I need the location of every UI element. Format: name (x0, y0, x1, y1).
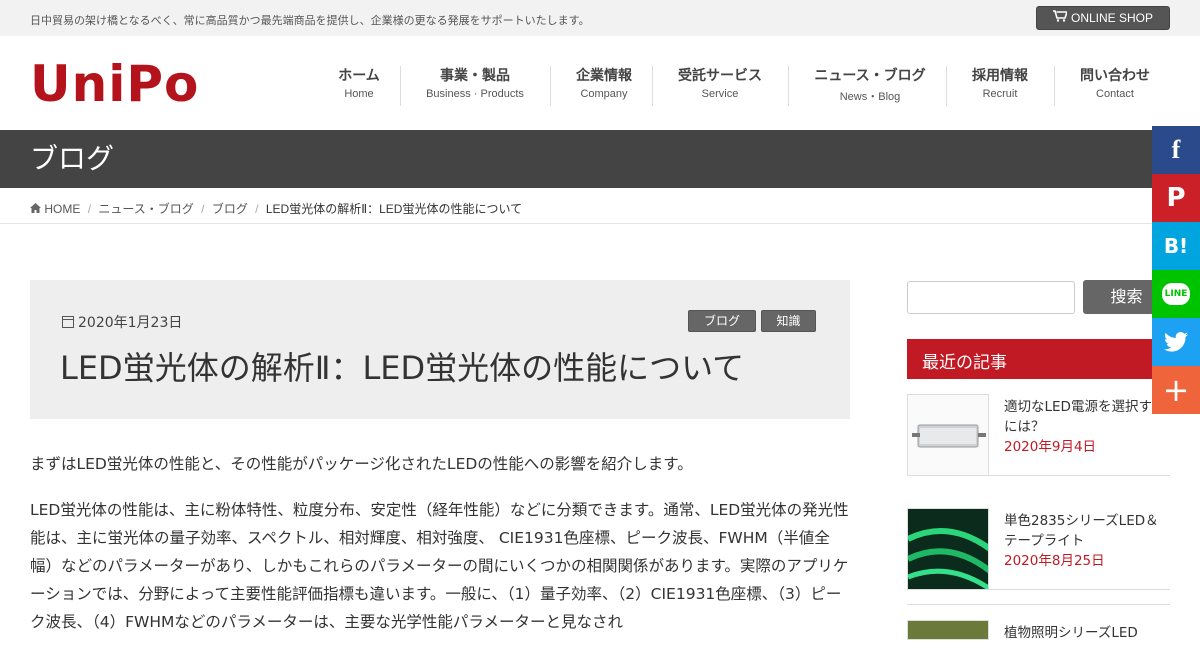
article-paragraph: まずはLED蛍光体の性能と、その性能がパッケージ化されたLEDの性能への影響を紹… (30, 455, 693, 473)
breadcrumb-item-blog[interactable]: ブログ (212, 202, 248, 216)
nav-divider (788, 66, 789, 106)
recent-post-item[interactable]: 適切なLED電源を選択するには？ 2020年9月4日 (907, 394, 1170, 476)
post-date: 2020年8月25日 (1004, 553, 1105, 569)
nav-label: ニュース・ブログ (814, 68, 926, 84)
site-logo[interactable]: UniPo (30, 56, 199, 112)
online-shop-button[interactable]: ONLINE SHOP (1036, 6, 1170, 30)
article-body: まずはLED蛍光体の性能と、その性能がパッケージ化されたLEDの性能への影響を紹… (30, 450, 850, 654)
nav-divider (652, 66, 653, 106)
recent-post-item[interactable]: 単色2835シリーズLED＆テープライト 2020年8月25日 (907, 508, 1170, 590)
post-date: 2020年9月4日 (1004, 439, 1097, 455)
home-icon (30, 202, 41, 216)
recent-posts-heading: 最近の記事 (907, 339, 1170, 379)
hatena-icon[interactable]: B! (1152, 222, 1200, 270)
nav-divider (1054, 66, 1055, 106)
post-thumbnail (907, 394, 989, 476)
nav-item-recruit[interactable]: 採用情報 Recruit (958, 66, 1042, 106)
breadcrumb-current: LED蛍光体の解析Ⅱ：LED蛍光体の性能について (265, 202, 523, 216)
nav-item-contact[interactable]: 問い合わせ Contact (1066, 66, 1164, 106)
pinterest-icon[interactable]: P (1152, 174, 1200, 222)
cart-icon (1052, 7, 1069, 29)
nav-sublabel: Company (580, 88, 628, 100)
breadcrumb-home[interactable]: HOME (30, 202, 84, 216)
breadcrumb: HOME / ニュース・ブログ / ブログ / LED蛍光体の解析Ⅱ：LED蛍光… (0, 188, 1200, 224)
breadcrumb-separator: / (201, 202, 205, 216)
nav-sublabel: Contact (1096, 88, 1134, 100)
nav-divider (400, 66, 401, 106)
nav-label: 採用情報 (972, 68, 1028, 84)
article-header: 2020年1月23日 ブログ 知識 LED蛍光体の解析Ⅱ：LED蛍光体の性能につ… (30, 280, 850, 419)
nav-item-news-blog[interactable]: ニュース・ブログ News・Blog (800, 66, 940, 106)
nav-sublabel: Service (701, 88, 739, 100)
breadcrumb-separator: / (87, 202, 92, 216)
site-header: UniPo ホーム Home 事業・製品 Business · Products… (0, 36, 1200, 130)
post-thumbnail (907, 620, 989, 640)
search-input[interactable] (907, 281, 1075, 314)
more-icon[interactable]: + (1152, 366, 1200, 414)
nav-sublabel: Home (344, 88, 374, 100)
page-title-band: ブログ (0, 130, 1200, 188)
post-title: 適切なLED電源を選択するには？ (1004, 399, 1166, 435)
page-title: ブログ (30, 142, 115, 175)
nav-item-home[interactable]: ホーム Home (330, 66, 388, 106)
nav-sublabel: News・Blog (839, 91, 901, 103)
post-thumbnail (907, 508, 989, 590)
facebook-icon[interactable]: f (1152, 126, 1200, 174)
nav-label: ホーム (338, 68, 380, 84)
nav-item-company[interactable]: 企業情報 Company (562, 66, 646, 106)
post-title: 単色2835シリーズLED＆テープライト (1004, 513, 1159, 549)
nav-label: 事業・製品 (440, 68, 510, 84)
article-title: LED蛍光体の解析Ⅱ：LED蛍光体の性能について (60, 349, 745, 387)
tag-blog[interactable]: ブログ (688, 310, 756, 332)
twitter-icon[interactable] (1152, 318, 1200, 366)
nav-item-business[interactable]: 事業・製品 Business · Products (412, 66, 538, 106)
nav-divider (946, 66, 947, 106)
nav-sublabel: Recruit (982, 88, 1018, 100)
tag-knowledge[interactable]: 知識 (761, 310, 816, 332)
nav-label: 受託サービス (678, 68, 762, 84)
recent-post-item[interactable]: 植物照明シリーズLED (907, 620, 1170, 641)
nav-sublabel: Business · Products (426, 88, 524, 100)
article-date: 2020年1月23日 (62, 312, 182, 332)
line-icon[interactable]: LINE (1152, 270, 1200, 318)
nav-divider (550, 66, 551, 106)
breadcrumb-separator: / (255, 202, 259, 216)
post-title: 植物照明シリーズLED (1004, 625, 1138, 641)
calendar-icon (62, 316, 74, 328)
nav-label: 問い合わせ (1080, 68, 1150, 84)
post-divider (907, 604, 1170, 605)
site-tagline: 日中貿易の架け橋となるべく、常に高品質かつ最先端商品を提供し、企業様の更なる発展… (30, 14, 590, 27)
article-date-text: 2020年1月23日 (78, 315, 183, 331)
nav-item-service[interactable]: 受託サービス Service (664, 66, 776, 106)
nav-label: 企業情報 (576, 68, 632, 84)
breadcrumb-item-news-blog[interactable]: ニュース・ブログ (98, 202, 193, 216)
article-paragraph: LED蛍光体の性能は、主に粉体特性、粒度分布、安定性（経年性能）などに分類できま… (30, 501, 849, 631)
online-shop-label: ONLINE SHOP (1070, 11, 1154, 25)
recent-posts-title: 最近の記事 (922, 353, 1007, 373)
breadcrumb-home-label: HOME (44, 202, 81, 216)
top-bar: 日中貿易の架け橋となるべく、常に高品質かつ最先端商品を提供し、企業様の更なる発展… (0, 0, 1200, 36)
